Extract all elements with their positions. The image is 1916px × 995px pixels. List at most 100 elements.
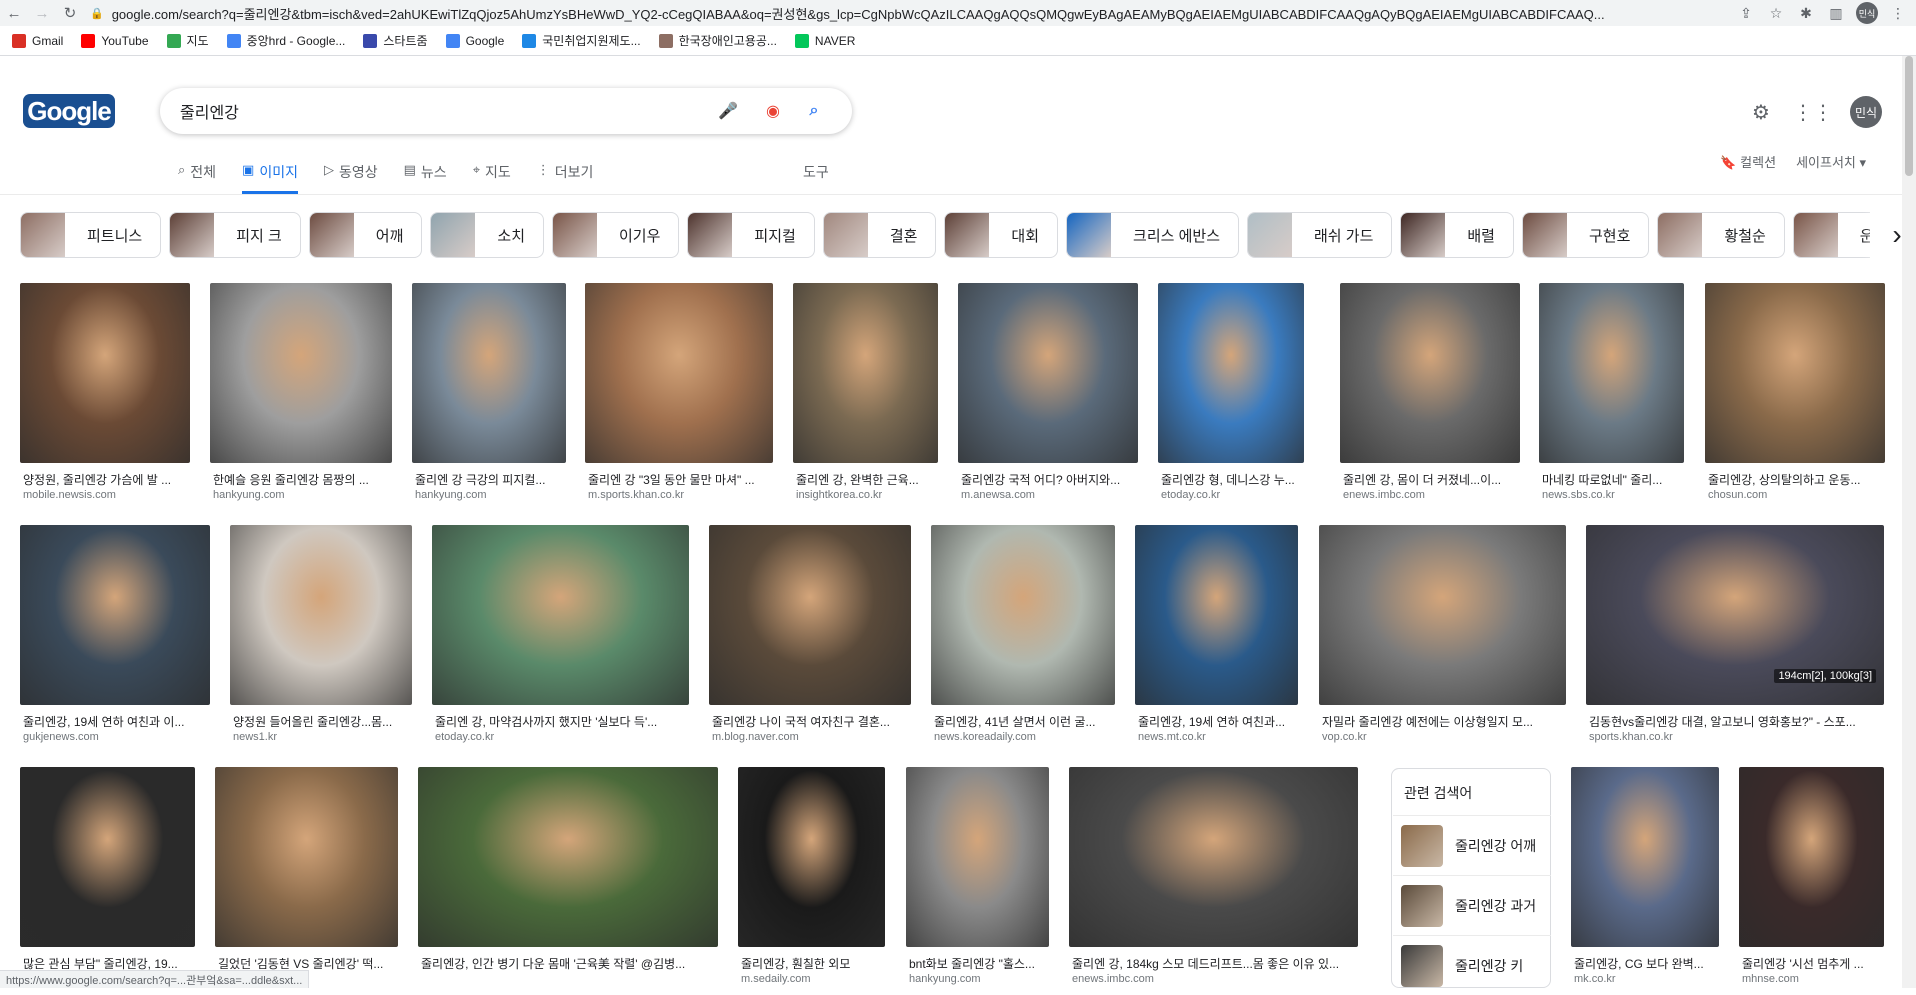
result-caption[interactable]: 양정원, 줄리엔강 가슴에 발 ...: [23, 471, 189, 488]
result-source[interactable]: hankyung.com: [415, 489, 487, 501]
result-thumbnail[interactable]: [1158, 283, 1304, 463]
result-thumbnail[interactable]: [1135, 525, 1298, 705]
result-caption[interactable]: 줄리엔강, CG 보다 완벽...: [1574, 955, 1718, 972]
image-result[interactable]: 194cm[2], 100kg[3] 김동현vs줄리엔강 대결, 알고보니 영화홍…: [1586, 525, 1884, 747]
result-source[interactable]: gukjenews.com: [23, 731, 99, 743]
related-search-item[interactable]: 줄리엔강 어깨: [1393, 815, 1551, 875]
result-thumbnail[interactable]: [1069, 767, 1358, 947]
page-scrollbar[interactable]: [1902, 56, 1916, 988]
image-result[interactable]: 줄리엔 강, 몸이 더 커졌네...이...enews.imbc.com: [1340, 283, 1520, 505]
image-result[interactable]: 줄리엔강 나이 국적 여자친구 결혼...m.blog.naver.com: [709, 525, 911, 747]
result-source[interactable]: chosun.com: [1708, 489, 1767, 501]
result-source[interactable]: hankyung.com: [213, 489, 285, 501]
result-source[interactable]: etoday.co.kr: [1161, 489, 1220, 501]
image-result[interactable]: 길었던 '김동현 VS 줄리엔강' 떡...: [215, 767, 398, 989]
result-thumbnail[interactable]: [709, 525, 911, 705]
result-thumbnail[interactable]: [1319, 525, 1566, 705]
image-result[interactable]: 줄리엔 강 극강의 피지컬...hankyung.com: [412, 283, 566, 505]
result-source[interactable]: enews.imbc.com: [1072, 973, 1154, 985]
result-thumbnail[interactable]: [793, 283, 938, 463]
result-caption[interactable]: 줄리엔 강, 184kg 스모 데드리프트...몸 좋은 이유 있...: [1072, 955, 1357, 972]
result-caption[interactable]: 한예슬 응원 줄리엔강 몸짱의 ...: [213, 471, 391, 488]
result-source[interactable]: enews.imbc.com: [1343, 489, 1425, 501]
image-result[interactable]: bnt화보 줄리엔강 "홀스...hankyung.com: [906, 767, 1049, 989]
result-caption[interactable]: 줄리엔 강, 완벽한 근육...: [796, 471, 937, 488]
result-source[interactable]: etoday.co.kr: [435, 731, 494, 743]
result-source[interactable]: insightkorea.co.kr: [796, 489, 882, 501]
result-thumbnail[interactable]: [585, 283, 773, 463]
image-result[interactable]: 한예슬 응원 줄리엔강 몸짱의 ...hankyung.com: [210, 283, 392, 505]
result-thumbnail[interactable]: [738, 767, 885, 947]
result-source[interactable]: m.sports.khan.co.kr: [588, 489, 684, 501]
result-caption[interactable]: 줄리엔강, 인간 병기 다운 몸매 '근육美 작렬' @김병...: [421, 955, 717, 972]
result-caption[interactable]: 마네킹 따로없네" 줄리...: [1542, 471, 1683, 488]
result-thumbnail[interactable]: [906, 767, 1049, 947]
image-result[interactable]: 양정원 들어올린 줄리엔강...몸...news1.kr: [230, 525, 412, 747]
result-thumbnail[interactable]: [412, 283, 566, 463]
result-thumbnail[interactable]: [958, 283, 1138, 463]
result-thumbnail[interactable]: [210, 283, 392, 463]
result-thumbnail[interactable]: [418, 767, 718, 947]
result-source[interactable]: mhnse.com: [1742, 973, 1799, 985]
result-caption[interactable]: 줄리엔 강 "3일 동안 물만 마셔" ...: [588, 471, 772, 488]
image-result[interactable]: 줄리엔 강, 마약검사까지 했지만 '실보다 득'...etoday.co.kr: [432, 525, 689, 747]
result-source[interactable]: m.blog.naver.com: [712, 731, 799, 743]
result-thumbnail[interactable]: [1571, 767, 1719, 947]
result-source[interactable]: sports.khan.co.kr: [1589, 731, 1673, 743]
result-thumbnail[interactable]: [931, 525, 1115, 705]
result-caption[interactable]: 줄리엔 강, 마약검사까지 했지만 '실보다 득'...: [435, 713, 688, 730]
scrollbar-thumb[interactable]: [1905, 56, 1913, 176]
image-result[interactable]: 줄리엔강, 19세 연하 여친과...news.mt.co.kr: [1135, 525, 1298, 747]
result-source[interactable]: mobile.newsis.com: [23, 489, 116, 501]
result-source[interactable]: news.koreadaily.com: [934, 731, 1036, 743]
image-result[interactable]: 줄리엔강 '시선 멈추게 ...mhnse.com: [1739, 767, 1884, 989]
result-caption[interactable]: 줄리엔강, 19세 연하 여친과...: [1138, 713, 1297, 730]
result-caption[interactable]: 줄리엔강, 상의탈의하고 운동...: [1708, 471, 1884, 488]
image-result[interactable]: 줄리엔강, 인간 병기 다운 몸매 '근육美 작렬' @김병...: [418, 767, 718, 989]
result-thumbnail[interactable]: [1340, 283, 1520, 463]
result-source[interactable]: vop.co.kr: [1322, 731, 1367, 743]
image-result[interactable]: 줄리엔 강, 완벽한 근육...insightkorea.co.kr: [793, 283, 938, 505]
result-caption[interactable]: 줄리엔강, 41년 살면서 이런 굴...: [934, 713, 1114, 730]
result-thumbnail[interactable]: [1739, 767, 1884, 947]
result-caption[interactable]: 줄리엔강, 훤칠한 외모: [741, 955, 884, 972]
result-caption[interactable]: 자밀라 줄리엔강 예전에는 이상형일지 모...: [1322, 713, 1565, 730]
image-result[interactable]: 줄리엔강 형, 데니스강 누...etoday.co.kr: [1158, 283, 1304, 505]
result-source[interactable]: news1.kr: [233, 731, 277, 743]
related-search-item[interactable]: 줄리엔강 키: [1393, 935, 1551, 995]
image-result[interactable]: 자밀라 줄리엔강 예전에는 이상형일지 모...vop.co.kr: [1319, 525, 1566, 747]
image-result[interactable]: 많은 관심 부담" 줄리엔강, 19...: [20, 767, 195, 989]
result-caption[interactable]: 줄리엔강 '시선 멈추게 ...: [1742, 955, 1883, 972]
result-source[interactable]: news.sbs.co.kr: [1542, 489, 1615, 501]
result-caption[interactable]: 줄리엔 강 극강의 피지컬...: [415, 471, 565, 488]
image-result[interactable]: 양정원, 줄리엔강 가슴에 발 ...mobile.newsis.com: [20, 283, 190, 505]
result-caption[interactable]: 양정원 들어올린 줄리엔강...몸...: [233, 713, 411, 730]
image-result[interactable]: 줄리엔강 국적 어디? 아버지와...m.anewsa.com: [958, 283, 1138, 505]
result-caption[interactable]: 줄리엔 강, 몸이 더 커졌네...이...: [1343, 471, 1519, 488]
result-caption[interactable]: 줄리엔강 형, 데니스강 누...: [1161, 471, 1303, 488]
result-source[interactable]: m.sedaily.com: [741, 973, 810, 985]
image-result[interactable]: 줄리엔강, 훤칠한 외모m.sedaily.com: [738, 767, 885, 989]
result-thumbnail[interactable]: [20, 283, 190, 463]
result-caption[interactable]: bnt화보 줄리엔강 "홀스...: [909, 955, 1048, 972]
result-thumbnail[interactable]: [20, 525, 210, 705]
result-caption[interactable]: 김동현vs줄리엔강 대결, 알고보니 영화홍보?" - 스포...: [1589, 713, 1883, 730]
image-result[interactable]: 줄리엔 강, 184kg 스모 데드리프트...몸 좋은 이유 있...enew…: [1069, 767, 1358, 989]
result-thumbnail[interactable]: [215, 767, 398, 947]
result-thumbnail[interactable]: 194cm[2], 100kg[3]: [1586, 525, 1884, 705]
image-result[interactable]: 마네킹 따로없네" 줄리...news.sbs.co.kr: [1539, 283, 1684, 505]
image-result[interactable]: 줄리엔강, CG 보다 완벽...mk.co.kr: [1571, 767, 1719, 989]
result-source[interactable]: news.mt.co.kr: [1138, 731, 1206, 743]
result-thumbnail[interactable]: [20, 767, 195, 947]
result-thumbnail[interactable]: [1705, 283, 1885, 463]
image-result[interactable]: 줄리엔 강 "3일 동안 물만 마셔" ...m.sports.khan.co.…: [585, 283, 773, 505]
image-result[interactable]: 줄리엔강, 41년 살면서 이런 굴...news.koreadaily.com: [931, 525, 1115, 747]
result-thumbnail[interactable]: [230, 525, 412, 705]
result-source[interactable]: m.anewsa.com: [961, 489, 1035, 501]
result-thumbnail[interactable]: [1539, 283, 1684, 463]
result-source[interactable]: hankyung.com: [909, 973, 981, 985]
result-source[interactable]: mk.co.kr: [1574, 973, 1616, 985]
result-caption[interactable]: 줄리엔강, 19세 연하 여친과 이...: [23, 713, 209, 730]
image-result[interactable]: 줄리엔강, 상의탈의하고 운동...chosun.com: [1705, 283, 1885, 505]
result-caption[interactable]: 줄리엔강 나이 국적 여자친구 결혼...: [712, 713, 910, 730]
